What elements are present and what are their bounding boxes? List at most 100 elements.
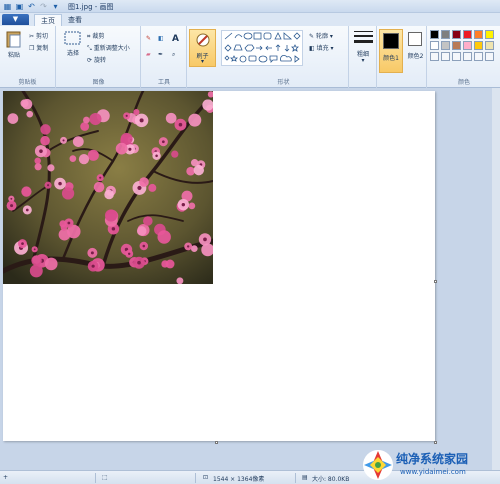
- color2-label: 颜色2: [407, 53, 424, 60]
- selection-icon: ⬚: [102, 474, 108, 481]
- paste-button[interactable]: 粘贴: [3, 30, 25, 59]
- magnifier-icon[interactable]: ⌕: [172, 51, 175, 59]
- blossom: [83, 116, 90, 124]
- crop-icon: ⌗: [87, 33, 91, 40]
- palette-swatch[interactable]: [474, 30, 483, 39]
- palette-swatch[interactable]: [485, 52, 494, 61]
- redo-icon[interactable]: ↷: [39, 2, 48, 11]
- blossom: [44, 257, 58, 271]
- palette-swatch[interactable]: [474, 52, 483, 61]
- palette-swatch[interactable]: [441, 41, 450, 50]
- select-button[interactable]: 选择: [61, 30, 85, 57]
- blossom-center: [25, 208, 29, 212]
- color2-button[interactable]: 颜色2: [405, 26, 427, 88]
- cut-button[interactable]: ✂ 剪切: [29, 31, 48, 40]
- paste-label: 粘贴: [7, 52, 20, 59]
- palette-swatch[interactable]: [452, 52, 461, 61]
- copy-icon: ❐: [29, 45, 35, 52]
- brushes-dropdown-icon: ▾: [200, 58, 204, 65]
- shape-outline-button[interactable]: ✎ 轮廓 ▾: [309, 31, 333, 40]
- blossom-center: [178, 122, 183, 127]
- blossom: [161, 260, 169, 268]
- resize-handle-right[interactable]: [434, 280, 437, 283]
- text-tool-icon[interactable]: A: [172, 34, 179, 44]
- palette-swatch[interactable]: [452, 41, 461, 50]
- blossom: [80, 122, 90, 131]
- paint-app-icon[interactable]: ▦: [3, 2, 12, 11]
- blossom: [89, 112, 102, 126]
- palette-swatch[interactable]: [430, 41, 439, 50]
- window-title: 图1.jpg - 画图: [68, 3, 114, 11]
- watermark-logo-icon: [363, 450, 393, 480]
- palette-swatch[interactable]: [463, 41, 472, 50]
- color-picker-icon[interactable]: ✒: [158, 51, 163, 58]
- rotate-icon: ⟳: [87, 57, 93, 64]
- dropdown-icon[interactable]: ▾: [51, 2, 60, 11]
- blossom-center: [39, 149, 43, 153]
- colors-group: 颜色: [428, 26, 500, 88]
- resize-handle-corner[interactable]: [434, 441, 437, 444]
- eraser-icon[interactable]: ▰: [146, 51, 151, 58]
- shape-fill-button[interactable]: ◧ 填充 ▾: [309, 43, 334, 52]
- palette-swatch[interactable]: [474, 41, 483, 50]
- blossom: [61, 187, 75, 200]
- blossom-center: [67, 221, 71, 225]
- copy-button[interactable]: ❐ 复制: [29, 43, 48, 52]
- blossom: [87, 149, 99, 161]
- pencil-icon[interactable]: ✎: [146, 35, 151, 42]
- blossom: [176, 277, 184, 284]
- drawing-canvas[interactable]: [3, 91, 437, 444]
- plum-blossom-photo: [3, 91, 213, 284]
- fill-bucket-icon[interactable]: ◧: [158, 35, 164, 42]
- color1-label: 颜色1: [383, 55, 399, 62]
- palette-swatch[interactable]: [430, 30, 439, 39]
- site-watermark: 纯净系统家园 www.yidaimei.com: [360, 447, 500, 484]
- blossom: [136, 226, 147, 236]
- palette-swatch[interactable]: [441, 30, 450, 39]
- shapes-gallery[interactable]: [221, 30, 303, 66]
- blossom-center: [33, 248, 36, 251]
- blossom-center: [137, 260, 141, 265]
- blossom: [93, 181, 105, 193]
- crop-label: 裁剪: [92, 33, 105, 40]
- tab-row: ▼ 主页 查看: [0, 13, 500, 26]
- blossom: [47, 164, 55, 172]
- palette-swatch[interactable]: [485, 30, 494, 39]
- size-dropdown-icon: ▾: [361, 57, 365, 64]
- save-icon[interactable]: ▣: [15, 2, 24, 11]
- brushes-button[interactable]: 刷子 ▾: [189, 29, 216, 67]
- blossom: [31, 255, 42, 266]
- blossom: [188, 113, 202, 127]
- resize-handle-bottom[interactable]: [215, 441, 218, 444]
- tools-group: ✎ ◧ A ▰ ✒ ⌕ 工具: [142, 26, 187, 88]
- tab-home[interactable]: 主页: [34, 14, 62, 26]
- color1-button[interactable]: 颜色1: [379, 29, 403, 73]
- crop-button[interactable]: ⌗ 裁剪: [87, 31, 104, 41]
- palette-swatch[interactable]: [430, 52, 439, 61]
- blossom: [34, 163, 42, 171]
- resize-button[interactable]: ⤡ 重新调整大小: [87, 43, 130, 53]
- palette-swatch[interactable]: [485, 41, 494, 50]
- paste-icon: [6, 31, 21, 48]
- tab-view[interactable]: 查看: [62, 14, 88, 26]
- blossom: [188, 202, 196, 210]
- blossom-center: [111, 227, 116, 231]
- file-menu-button[interactable]: ▼: [2, 14, 29, 25]
- brush-icon: [196, 33, 210, 47]
- status-separator: [195, 473, 196, 483]
- add-icon: +: [3, 474, 9, 481]
- outline-label: 轮廓: [315, 33, 328, 40]
- palette-swatch[interactable]: [463, 52, 472, 61]
- palette-swatch[interactable]: [463, 30, 472, 39]
- blossom: [171, 150, 179, 158]
- size-button[interactable]: 粗细 ▾: [350, 26, 377, 88]
- ribbon: 粘贴 ✂ 剪切 ❐ 复制 剪贴板 选择 ⌗ 裁剪 ⤡ 重新调整大小 ⟳ 旋转 图…: [0, 26, 500, 88]
- palette-swatch[interactable]: [452, 30, 461, 39]
- undo-icon[interactable]: ↶: [27, 2, 36, 11]
- rotate-button[interactable]: ⟳ 旋转: [87, 55, 106, 64]
- title-bar: ▦ ▣ ↶ ↷ ▾ 图1.jpg - 画图: [0, 0, 500, 13]
- blossom-center: [142, 244, 146, 248]
- watermark-url: www.yidaimei.com: [400, 468, 466, 476]
- vertical-scrollbar[interactable]: [492, 88, 500, 470]
- palette-swatch[interactable]: [441, 52, 450, 61]
